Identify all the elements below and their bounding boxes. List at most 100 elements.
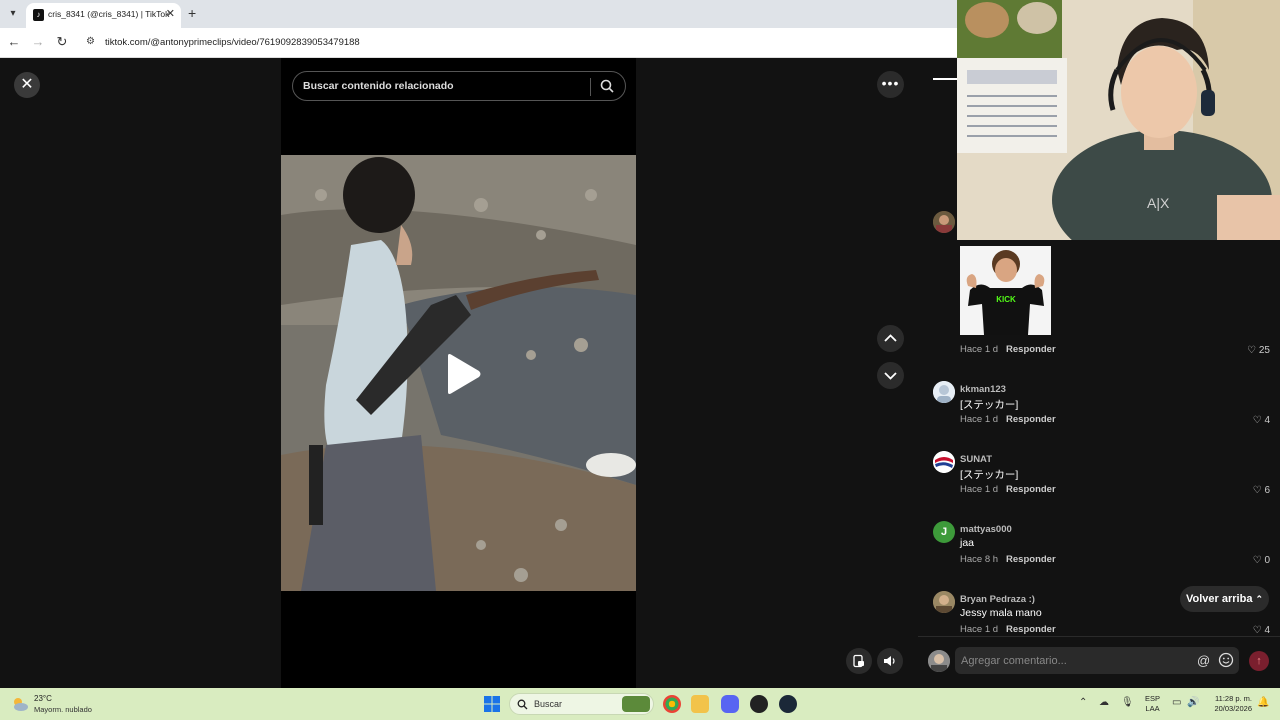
close-icon: ✕ (20, 76, 34, 93)
next-video-button[interactable] (877, 362, 904, 389)
notification-bell-icon[interactable]: 🔔 (1257, 697, 1269, 708)
close-video-button[interactable]: ✕ (14, 72, 40, 98)
weather-cloud-icon[interactable] (10, 694, 30, 714)
language-indicator[interactable]: ESP LAA (1145, 694, 1160, 714)
back-to-top-label: Volver arriba (1186, 593, 1253, 605)
search-icon[interactable] (599, 78, 615, 94)
comment-time: Hace 1 d (960, 344, 999, 355)
tab-close-icon[interactable]: ✕ (166, 7, 175, 20)
current-user-avatar[interactable] (928, 650, 950, 672)
avatar-image (933, 211, 955, 233)
file-explorer-icon[interactable] (691, 695, 709, 713)
like-count[interactable]: ♡ 0 (1240, 555, 1270, 566)
windows-start-icon[interactable] (484, 696, 500, 712)
volume-button[interactable] (877, 648, 903, 674)
avatar-image (933, 381, 955, 403)
heart-icon: ♡ (1247, 345, 1259, 356)
system-clock[interactable]: 11:28 p. m. 20/03/2026 (1208, 694, 1252, 714)
emoji-icon[interactable] (1218, 652, 1234, 668)
network-icon[interactable]: ▭ (1172, 697, 1181, 708)
comment-text: Jessy mala mano (960, 607, 1042, 619)
more-options-button[interactable]: ••• (877, 71, 904, 98)
keyboard-layout: LAA (1145, 704, 1160, 713)
sunat-logo-icon (933, 451, 955, 473)
reply-button[interactable]: Responder (1006, 624, 1056, 635)
double-chevron-up-icon: ⌃ (1255, 594, 1264, 604)
app-icon[interactable] (750, 695, 768, 713)
reply-button[interactable]: Responder (1006, 554, 1056, 565)
volume-icon (884, 656, 895, 666)
comment-username[interactable]: mattyas000 (960, 524, 1012, 535)
more-dots-icon: ••• (881, 75, 900, 91)
reply-button[interactable]: Responder (1006, 414, 1056, 425)
chevron-up-icon (884, 334, 897, 342)
forward-arrow-icon[interactable]: → (30, 34, 46, 50)
comment-avatar[interactable] (933, 451, 955, 473)
comment-text: [ステッカー] (960, 469, 1019, 481)
search-divider (590, 78, 591, 96)
like-value: 4 (1264, 415, 1270, 426)
like-count[interactable]: ♡ 6 (1240, 485, 1270, 496)
previous-video-button[interactable] (877, 325, 904, 352)
comment-avatar[interactable]: J (933, 521, 955, 543)
search-highlight-icon (622, 696, 650, 712)
webcam-image: A|X (957, 0, 1280, 240)
chrome-icon[interactable] (663, 695, 681, 713)
site-settings-icon[interactable]: ⚙ (86, 36, 98, 48)
avatar-image (928, 650, 950, 672)
tab-indicator (933, 78, 957, 80)
comment-avatar[interactable] (933, 591, 955, 613)
comment-avatar[interactable] (933, 381, 955, 403)
like-value: 0 (1264, 555, 1270, 566)
browser-tab[interactable]: ♪ cris_8341 (@cris_8341) | TikTok ✕ (26, 3, 181, 28)
related-search-box[interactable]: Buscar contenido relacionado (292, 71, 626, 101)
comment-meta: Hace 1 d Responder (960, 624, 1056, 635)
url-field[interactable]: tiktok.com/@antonyprimeclips/video/76190… (105, 37, 360, 48)
reply-button[interactable]: Responder (1006, 344, 1056, 355)
speaker-icon[interactable]: 🔊 (1187, 697, 1199, 708)
avatar-initial: J (940, 526, 948, 538)
post-comment-button[interactable]: ↑ (1249, 651, 1269, 671)
comment-text: jaa (960, 537, 975, 549)
back-to-top-button[interactable]: Volver arriba ⌃ (1180, 586, 1269, 612)
taskbar-search[interactable]: Buscar (509, 693, 654, 715)
comment-username[interactable]: kkman123 (960, 384, 1006, 395)
tray-chevron-up-icon[interactable]: ⌃ (1079, 697, 1087, 708)
play-icon[interactable] (444, 353, 482, 395)
arrow-up-icon: ↑ (1256, 655, 1262, 667)
tray-app-icon[interactable]: ☁ (1099, 697, 1109, 708)
steam-icon[interactable] (779, 695, 797, 713)
floating-player-button[interactable] (846, 648, 872, 674)
webcam-overlay: A|X (957, 0, 1280, 240)
heart-icon: ♡ (1252, 485, 1265, 496)
like-value: 25 (1258, 345, 1270, 356)
reload-icon[interactable]: ↻ (54, 34, 70, 50)
clock-time: 11:28 p. m. (1215, 694, 1252, 703)
comment-avatar[interactable] (933, 211, 955, 233)
back-arrow-icon[interactable]: ← (6, 34, 22, 50)
like-count[interactable]: ♡ 4 (1240, 415, 1270, 426)
weather-condition: Mayorm. nublado (34, 705, 92, 714)
sticker-logo-text: KICK (996, 295, 1016, 304)
comment-time: Hace 1 d (960, 414, 999, 425)
heart-icon: ♡ (1252, 625, 1265, 636)
tab-list-chevron-icon[interactable]: ▾ (4, 5, 22, 23)
comment-meta: Hace 1 d Responder (960, 484, 1056, 495)
reply-button[interactable]: Responder (1006, 484, 1056, 495)
like-count[interactable]: ♡ 25 (1240, 345, 1270, 356)
comment-meta: Hace 1 d Responder (960, 414, 1056, 425)
new-tab-button[interactable]: + (188, 5, 196, 21)
comment-sticker-image[interactable]: KICK (960, 246, 1051, 335)
like-value: 4 (1264, 625, 1270, 636)
taskbar-search-label: Buscar (534, 699, 563, 709)
like-count[interactable]: ♡ 4 (1240, 625, 1270, 636)
related-search-placeholder: Buscar contenido relacionado (303, 80, 454, 92)
comment-username[interactable]: SUNAT (960, 454, 992, 465)
microphone-icon[interactable]: 🎙 (1121, 697, 1134, 708)
sticker-drawing: KICK (960, 246, 1051, 335)
discord-icon[interactable] (721, 695, 739, 713)
comment-username[interactable]: Bryan Pedraza :) (960, 594, 1035, 605)
heart-icon: ♡ (1252, 415, 1265, 426)
language-code: ESP (1145, 694, 1161, 703)
mention-icon[interactable]: @ (1197, 653, 1210, 668)
